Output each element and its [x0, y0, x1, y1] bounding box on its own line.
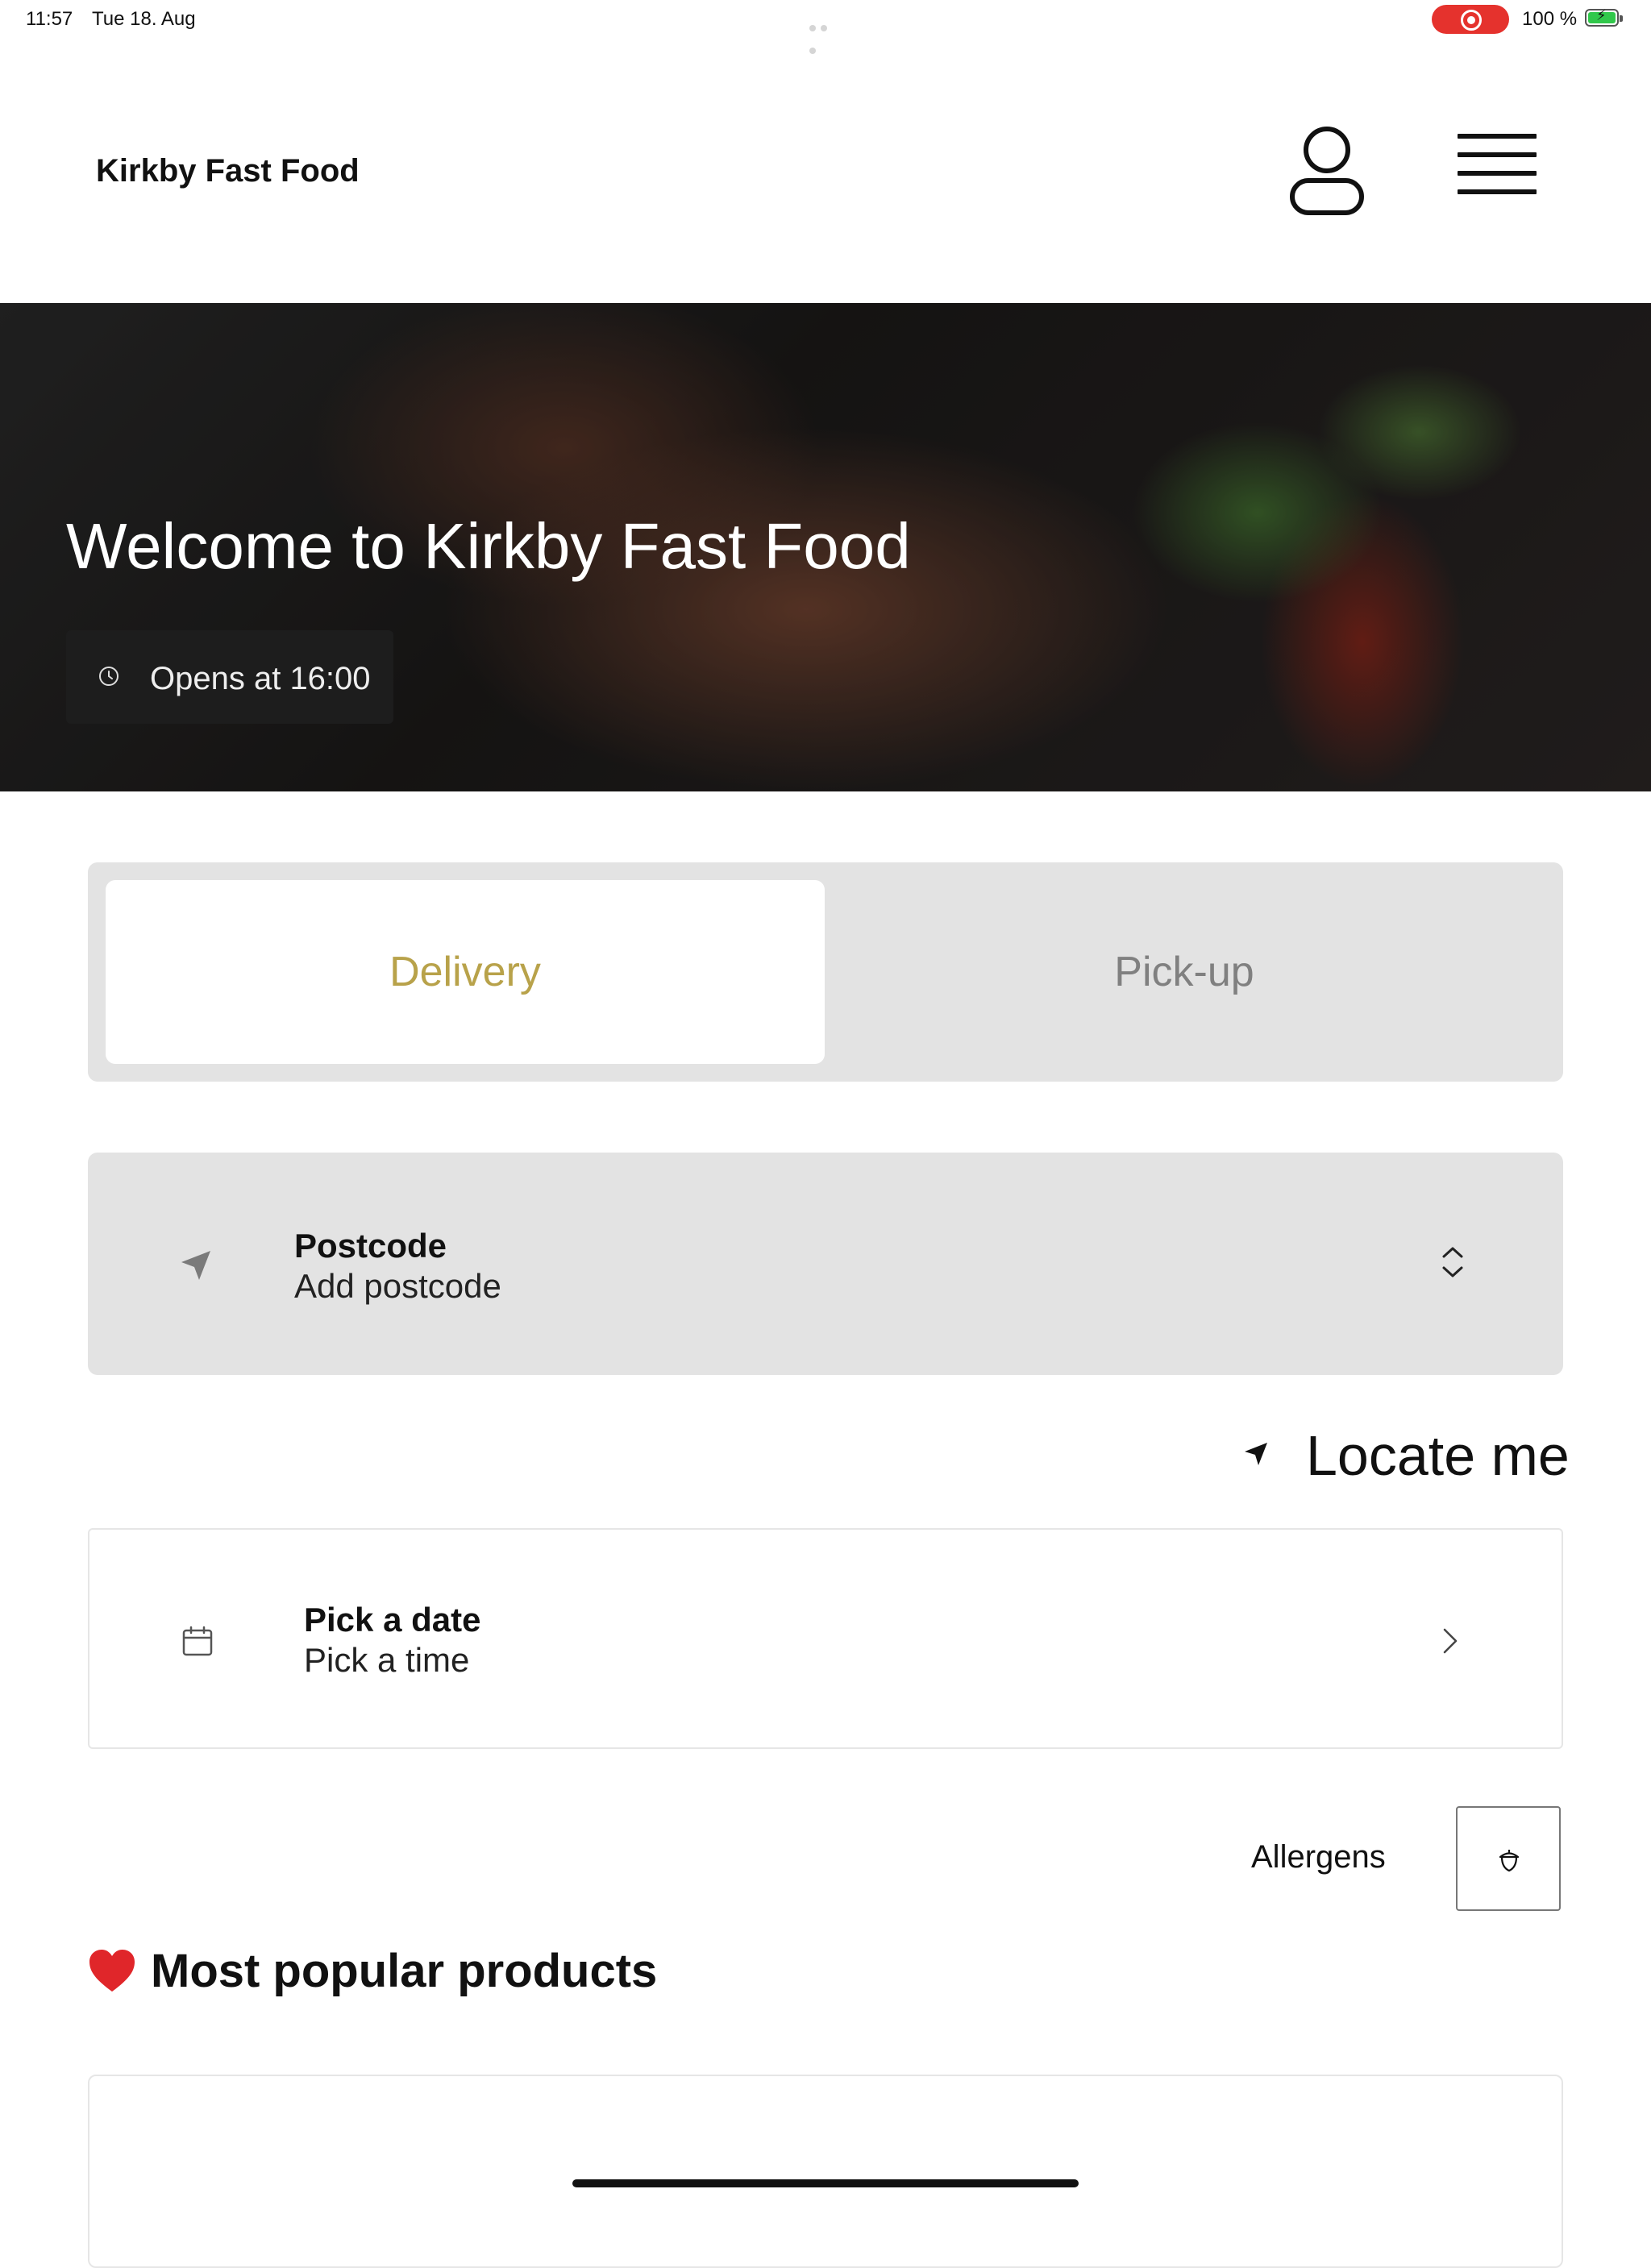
postcode-selector[interactable]: Postcode Add postcode	[88, 1153, 1563, 1375]
menu-button[interactable]	[1458, 134, 1541, 206]
product-card[interactable]	[88, 2075, 1563, 2268]
screen-recording-icon[interactable]	[1432, 5, 1509, 34]
allergens-label: Allergens	[1251, 1839, 1386, 1875]
chevron-up-down-icon	[1442, 1247, 1463, 1277]
opening-hours-badge: Opens at 16:00	[66, 630, 393, 724]
navigation-arrow-icon	[181, 1251, 210, 1280]
hero-title: Welcome to Kirkby Fast Food	[66, 510, 911, 582]
account-button[interactable]	[1288, 126, 1366, 216]
acorn-icon	[1499, 1850, 1520, 1872]
battery-icon	[1585, 7, 1623, 27]
home-indicator[interactable]	[572, 2179, 1079, 2187]
status-bar: 11:57 Tue 18. Aug 100 %	[0, 0, 1651, 54]
brand-name[interactable]: Kirkby Fast Food	[96, 153, 360, 189]
clock-icon	[99, 667, 119, 686]
status-time: 11:57	[26, 8, 73, 30]
postcode-value: Add postcode	[294, 1267, 501, 1305]
user-icon	[1290, 127, 1364, 215]
schedule-picker[interactable]: Pick a date Pick a time	[88, 1528, 1563, 1749]
allergens-button[interactable]	[1456, 1806, 1561, 1911]
hero-banner: Welcome to Kirkby Fast Food Opens at 16:…	[0, 303, 1651, 791]
most-popular-title: Most popular products	[151, 1945, 658, 1997]
tab-delivery[interactable]: Delivery	[106, 880, 825, 1064]
calendar-icon	[182, 1626, 213, 1656]
battery-percent: 100 %	[1522, 8, 1578, 30]
location-arrow-icon	[1245, 1443, 1267, 1465]
tab-pick-up[interactable]: Pick-up	[825, 880, 1544, 1064]
multitasking-dots-icon[interactable]	[809, 15, 842, 54]
order-mode-toggle: Delivery Pick-up	[88, 862, 1563, 1082]
heart-icon	[89, 1950, 135, 1992]
opening-hours-text: Opens at 16:00	[150, 661, 371, 696]
most-popular-heading: Most popular products	[88, 1944, 657, 1998]
locate-me-label: Locate me	[1306, 1424, 1570, 1487]
chevron-right-icon	[1443, 1628, 1458, 1654]
hamburger-menu-icon	[1458, 134, 1541, 194]
status-date: Tue 18. Aug	[92, 8, 196, 30]
pick-time-label: Pick a time	[304, 1641, 470, 1679]
pick-date-label: Pick a date	[304, 1601, 481, 1639]
postcode-label: Postcode	[294, 1227, 447, 1265]
